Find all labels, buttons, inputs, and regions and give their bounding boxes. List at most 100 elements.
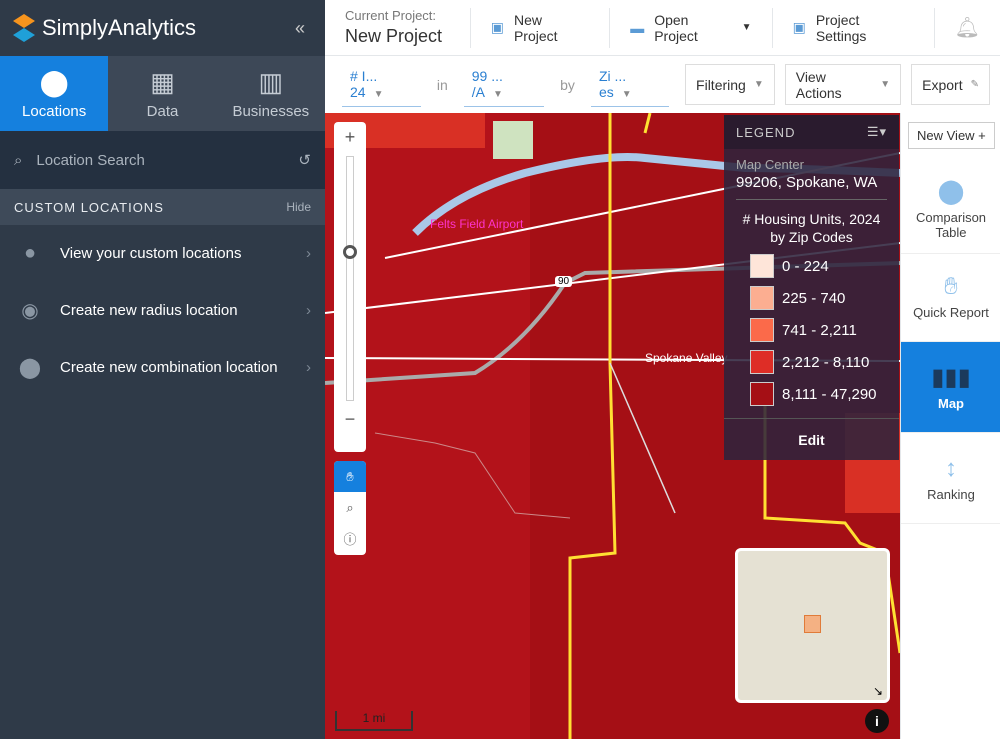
project-name: New Project xyxy=(345,26,443,46)
map-info-button[interactable]: i xyxy=(865,709,889,733)
filtering-button[interactable]: Filtering ▼ xyxy=(685,64,775,105)
info-tool-button[interactable]: ⓘ xyxy=(334,523,366,554)
project-settings-button[interactable]: ▣ Project Settings xyxy=(771,7,934,48)
create-radius-location[interactable]: ◉ Create new radius location › xyxy=(0,282,325,339)
view-map[interactable]: ▮▮▮ Map xyxy=(901,342,1000,433)
item-label: Create new combination location xyxy=(60,359,278,376)
search-icon: ⌕ xyxy=(14,151,23,169)
folder-icon: ▬ xyxy=(630,19,645,36)
collapse-sidebar-button[interactable]: « xyxy=(295,18,305,39)
location-dropdown[interactable]: 99 ... /A ▼ xyxy=(463,62,545,107)
tab-businesses[interactable]: ▥ Businesses xyxy=(216,56,325,131)
zoom-in-button[interactable]: + xyxy=(345,127,356,148)
open-project-button[interactable]: ▬ Open Project ▼ xyxy=(609,7,771,48)
tab-label: Data xyxy=(146,103,179,120)
legend-title: LEGEND xyxy=(736,124,796,140)
in-label: in xyxy=(436,76,448,93)
current-project-label: Current Project: xyxy=(345,8,437,23)
legend-variable: # Housing Units, 2024 xyxy=(742,211,881,227)
highway-shield: 90 xyxy=(555,276,573,287)
label: Comparison Table xyxy=(915,209,987,240)
item-label: Create new radius location xyxy=(60,302,238,319)
chevron-right-icon: › xyxy=(306,302,311,319)
minimap-extent xyxy=(804,615,821,633)
map-center-value: 99206, Spokane, WA xyxy=(736,174,887,200)
variable-dropdown[interactable]: # I... 24 ▼ xyxy=(342,62,421,107)
label: View Actions xyxy=(795,68,842,101)
notifications-button[interactable]: 🔔︎ xyxy=(933,7,1000,48)
legend-menu-icon[interactable]: ☰▾ xyxy=(867,124,887,140)
view-custom-locations[interactable]: ● View your custom locations › xyxy=(0,225,325,282)
legend-class-label: 225 - 740 xyxy=(782,289,846,307)
app-name: SimplyAnalytics xyxy=(42,15,197,40)
view-actions-button[interactable]: View Actions ▼ xyxy=(784,64,902,105)
label: Quick Report xyxy=(913,304,989,320)
city-label: Spokane Valley xyxy=(645,351,728,365)
comparison-pins-icon: ⬤ xyxy=(937,177,965,205)
section-title: CUSTOM LOCATIONS xyxy=(14,199,164,215)
person-icon: ● xyxy=(23,242,37,264)
export-button[interactable]: Export ✎ xyxy=(911,64,990,105)
legend-class: 0 - 224 xyxy=(750,254,887,278)
view-ranking[interactable]: ↕ Ranking xyxy=(901,433,1000,524)
legend-swatch xyxy=(750,382,774,406)
map-toolbar: # I... 24 ▼ in 99 ... /A ▼ by Zi ... es ▼ F… xyxy=(325,56,1000,113)
building-icon: ▥ xyxy=(258,67,284,97)
history-icon[interactable]: ↺ xyxy=(298,151,311,169)
scale-bar: 1 mi xyxy=(335,711,413,731)
new-project-button[interactable]: ▣ New Project xyxy=(469,7,609,48)
logo: SimplyAnalytics « xyxy=(0,0,325,56)
overview-minimap[interactable]: ↘ xyxy=(735,548,890,703)
geography-dropdown[interactable]: Zi ... es ▼ xyxy=(590,62,670,107)
view-quick-report[interactable]: ✋︎ Quick Report xyxy=(901,251,1000,342)
tab-data[interactable]: ▦ Data xyxy=(108,56,217,131)
hand-icon: ✋︎ xyxy=(944,272,958,300)
legend-class-label: 0 - 224 xyxy=(782,257,829,275)
label: Ranking xyxy=(927,486,975,502)
legend-class: 8,111 - 47,290 xyxy=(750,382,887,406)
chevron-right-icon: › xyxy=(306,359,311,376)
label: Project Settings xyxy=(815,11,867,44)
location-search-input[interactable]: ⌕ Location Search ↺ xyxy=(0,131,325,189)
view-comparison-table[interactable]: ⬤ Comparison Table xyxy=(901,163,1000,254)
logo-icon xyxy=(13,14,35,42)
label: Filtering xyxy=(696,76,746,93)
view-rail: New View + ⬤ Comparison Table ✋︎ Quick Rep… xyxy=(900,113,1000,739)
label: Open Project xyxy=(654,11,698,44)
grid-icon: ▦ xyxy=(150,67,175,97)
search-placeholder: Location Search xyxy=(36,151,145,169)
label: Export xyxy=(922,76,963,93)
chevron-right-icon: › xyxy=(306,245,311,262)
map-icon: ▮▮▮ xyxy=(931,364,971,391)
radius-pin-icon: ◉ xyxy=(21,300,39,322)
new-view-button[interactable]: New View + xyxy=(908,122,995,149)
legend-geography: by Zip Codes xyxy=(770,229,853,245)
bell-icon: 🔔︎ xyxy=(954,17,980,39)
plus-file-icon: ▣ xyxy=(490,19,504,35)
tab-locations[interactable]: ⬤ Locations xyxy=(0,56,109,131)
map-pin-icon: ⬤ xyxy=(39,67,69,97)
by-label: by xyxy=(560,76,575,93)
combination-pin-icon: ⬤ xyxy=(18,357,42,379)
legend-class: 225 - 740 xyxy=(750,286,887,310)
legend-edit-button[interactable]: Edit xyxy=(724,418,899,460)
airport-label: Felts Field Airport xyxy=(430,217,524,231)
export-icon: ✎ xyxy=(970,79,979,90)
legend-swatch xyxy=(750,350,774,374)
map[interactable]: Felts Field Airport Spokane Valley 90 + … xyxy=(325,113,900,739)
zoom-tool-button[interactable]: ⌕ xyxy=(334,492,366,523)
pan-tool-button[interactable]: ✋︎ xyxy=(334,461,366,492)
legend-panel: LEGEND ☰▾ Map Center 99206, Spokane, WA #… xyxy=(724,115,899,460)
zoom-handle[interactable] xyxy=(343,245,357,259)
zoom-slider[interactable] xyxy=(343,156,357,401)
label: New Project xyxy=(513,11,558,44)
zoom-control[interactable]: + − xyxy=(334,122,366,452)
create-combination-location[interactable]: ⬤ Create new combination location › xyxy=(0,339,325,396)
hide-button[interactable]: Hide xyxy=(286,200,311,214)
zoom-out-button[interactable]: − xyxy=(345,409,356,430)
legend-swatch xyxy=(750,286,774,310)
expand-minimap-icon[interactable]: ↘ xyxy=(873,684,883,698)
legend-swatch xyxy=(750,318,774,342)
legend-class-label: 2,212 - 8,110 xyxy=(782,353,870,371)
label: Map xyxy=(938,396,964,411)
